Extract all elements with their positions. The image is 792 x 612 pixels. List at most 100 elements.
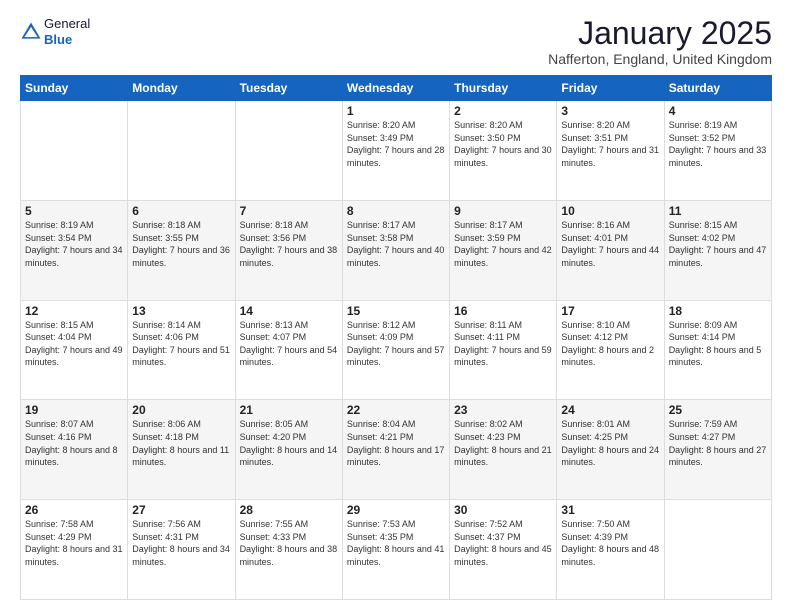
day-number: 29 — [347, 503, 445, 517]
logo-blue: Blue — [44, 32, 90, 48]
day-info: Sunrise: 8:06 AM Sunset: 4:18 PM Dayligh… — [132, 418, 230, 468]
day-number: 2 — [454, 104, 552, 118]
logo: General Blue — [20, 16, 90, 47]
day-number: 27 — [132, 503, 230, 517]
cell-w3-d5: 24Sunrise: 8:01 AM Sunset: 4:25 PM Dayli… — [557, 400, 664, 500]
cell-w3-d6: 25Sunrise: 7:59 AM Sunset: 4:27 PM Dayli… — [664, 400, 771, 500]
day-number: 5 — [25, 204, 123, 218]
day-info: Sunrise: 7:50 AM Sunset: 4:39 PM Dayligh… — [561, 518, 659, 568]
day-number: 23 — [454, 403, 552, 417]
cell-w2-d1: 13Sunrise: 8:14 AM Sunset: 4:06 PM Dayli… — [128, 300, 235, 400]
day-number: 13 — [132, 304, 230, 318]
cell-w0-d2 — [235, 101, 342, 201]
cell-w3-d3: 22Sunrise: 8:04 AM Sunset: 4:21 PM Dayli… — [342, 400, 449, 500]
day-number: 20 — [132, 403, 230, 417]
day-number: 19 — [25, 403, 123, 417]
cell-w2-d2: 14Sunrise: 8:13 AM Sunset: 4:07 PM Dayli… — [235, 300, 342, 400]
cell-w0-d1 — [128, 101, 235, 201]
day-info: Sunrise: 8:20 AM Sunset: 3:51 PM Dayligh… — [561, 119, 659, 169]
cell-w0-d0 — [21, 101, 128, 201]
col-saturday: Saturday — [664, 76, 771, 101]
day-info: Sunrise: 8:18 AM Sunset: 3:56 PM Dayligh… — [240, 219, 338, 269]
day-number: 28 — [240, 503, 338, 517]
title-block: January 2025 Nafferton, England, United … — [548, 16, 772, 67]
day-info: Sunrise: 8:05 AM Sunset: 4:20 PM Dayligh… — [240, 418, 338, 468]
col-wednesday: Wednesday — [342, 76, 449, 101]
day-number: 24 — [561, 403, 659, 417]
cell-w3-d4: 23Sunrise: 8:02 AM Sunset: 4:23 PM Dayli… — [450, 400, 557, 500]
page: General Blue January 2025 Nafferton, Eng… — [0, 0, 792, 612]
day-number: 21 — [240, 403, 338, 417]
cell-w1-d3: 8Sunrise: 8:17 AM Sunset: 3:58 PM Daylig… — [342, 200, 449, 300]
week-row-4: 26Sunrise: 7:58 AM Sunset: 4:29 PM Dayli… — [21, 500, 772, 600]
day-info: Sunrise: 8:15 AM Sunset: 4:04 PM Dayligh… — [25, 319, 123, 369]
day-number: 15 — [347, 304, 445, 318]
col-monday: Monday — [128, 76, 235, 101]
cell-w1-d6: 11Sunrise: 8:15 AM Sunset: 4:02 PM Dayli… — [664, 200, 771, 300]
cell-w1-d4: 9Sunrise: 8:17 AM Sunset: 3:59 PM Daylig… — [450, 200, 557, 300]
cell-w3-d2: 21Sunrise: 8:05 AM Sunset: 4:20 PM Dayli… — [235, 400, 342, 500]
cell-w0-d5: 3Sunrise: 8:20 AM Sunset: 3:51 PM Daylig… — [557, 101, 664, 201]
day-number: 7 — [240, 204, 338, 218]
cell-w0-d4: 2Sunrise: 8:20 AM Sunset: 3:50 PM Daylig… — [450, 101, 557, 201]
day-info: Sunrise: 8:04 AM Sunset: 4:21 PM Dayligh… — [347, 418, 445, 468]
logo-general: General — [44, 16, 90, 32]
col-sunday: Sunday — [21, 76, 128, 101]
day-info: Sunrise: 7:52 AM Sunset: 4:37 PM Dayligh… — [454, 518, 552, 568]
main-title: January 2025 — [548, 16, 772, 51]
cell-w2-d4: 16Sunrise: 8:11 AM Sunset: 4:11 PM Dayli… — [450, 300, 557, 400]
cell-w4-d5: 31Sunrise: 7:50 AM Sunset: 4:39 PM Dayli… — [557, 500, 664, 600]
cell-w4-d3: 29Sunrise: 7:53 AM Sunset: 4:35 PM Dayli… — [342, 500, 449, 600]
day-info: Sunrise: 7:55 AM Sunset: 4:33 PM Dayligh… — [240, 518, 338, 568]
calendar-header-row: Sunday Monday Tuesday Wednesday Thursday… — [21, 76, 772, 101]
subtitle: Nafferton, England, United Kingdom — [548, 51, 772, 67]
day-number: 8 — [347, 204, 445, 218]
day-info: Sunrise: 8:14 AM Sunset: 4:06 PM Dayligh… — [132, 319, 230, 369]
cell-w4-d0: 26Sunrise: 7:58 AM Sunset: 4:29 PM Dayli… — [21, 500, 128, 600]
day-number: 3 — [561, 104, 659, 118]
cell-w3-d0: 19Sunrise: 8:07 AM Sunset: 4:16 PM Dayli… — [21, 400, 128, 500]
day-info: Sunrise: 7:53 AM Sunset: 4:35 PM Dayligh… — [347, 518, 445, 568]
cell-w2-d3: 15Sunrise: 8:12 AM Sunset: 4:09 PM Dayli… — [342, 300, 449, 400]
day-number: 16 — [454, 304, 552, 318]
day-info: Sunrise: 8:12 AM Sunset: 4:09 PM Dayligh… — [347, 319, 445, 369]
cell-w0-d3: 1Sunrise: 8:20 AM Sunset: 3:49 PM Daylig… — [342, 101, 449, 201]
cell-w4-d4: 30Sunrise: 7:52 AM Sunset: 4:37 PM Dayli… — [450, 500, 557, 600]
week-row-0: 1Sunrise: 8:20 AM Sunset: 3:49 PM Daylig… — [21, 101, 772, 201]
day-number: 1 — [347, 104, 445, 118]
cell-w1-d5: 10Sunrise: 8:16 AM Sunset: 4:01 PM Dayli… — [557, 200, 664, 300]
cell-w2-d6: 18Sunrise: 8:09 AM Sunset: 4:14 PM Dayli… — [664, 300, 771, 400]
day-info: Sunrise: 8:16 AM Sunset: 4:01 PM Dayligh… — [561, 219, 659, 269]
day-number: 12 — [25, 304, 123, 318]
day-info: Sunrise: 8:20 AM Sunset: 3:49 PM Dayligh… — [347, 119, 445, 169]
cell-w2-d0: 12Sunrise: 8:15 AM Sunset: 4:04 PM Dayli… — [21, 300, 128, 400]
day-info: Sunrise: 8:10 AM Sunset: 4:12 PM Dayligh… — [561, 319, 659, 369]
cell-w4-d6 — [664, 500, 771, 600]
header: General Blue January 2025 Nafferton, Eng… — [20, 16, 772, 67]
day-info: Sunrise: 8:19 AM Sunset: 3:54 PM Dayligh… — [25, 219, 123, 269]
day-number: 30 — [454, 503, 552, 517]
logo-icon — [20, 21, 42, 43]
logo-text: General Blue — [44, 16, 90, 47]
cell-w4-d2: 28Sunrise: 7:55 AM Sunset: 4:33 PM Dayli… — [235, 500, 342, 600]
day-info: Sunrise: 8:02 AM Sunset: 4:23 PM Dayligh… — [454, 418, 552, 468]
day-number: 25 — [669, 403, 767, 417]
cell-w1-d2: 7Sunrise: 8:18 AM Sunset: 3:56 PM Daylig… — [235, 200, 342, 300]
day-info: Sunrise: 7:58 AM Sunset: 4:29 PM Dayligh… — [25, 518, 123, 568]
day-info: Sunrise: 8:20 AM Sunset: 3:50 PM Dayligh… — [454, 119, 552, 169]
day-info: Sunrise: 8:17 AM Sunset: 3:58 PM Dayligh… — [347, 219, 445, 269]
cell-w2-d5: 17Sunrise: 8:10 AM Sunset: 4:12 PM Dayli… — [557, 300, 664, 400]
week-row-3: 19Sunrise: 8:07 AM Sunset: 4:16 PM Dayli… — [21, 400, 772, 500]
day-info: Sunrise: 8:11 AM Sunset: 4:11 PM Dayligh… — [454, 319, 552, 369]
day-number: 10 — [561, 204, 659, 218]
day-number: 18 — [669, 304, 767, 318]
day-number: 31 — [561, 503, 659, 517]
col-tuesday: Tuesday — [235, 76, 342, 101]
cell-w3-d1: 20Sunrise: 8:06 AM Sunset: 4:18 PM Dayli… — [128, 400, 235, 500]
col-friday: Friday — [557, 76, 664, 101]
day-info: Sunrise: 7:56 AM Sunset: 4:31 PM Dayligh… — [132, 518, 230, 568]
day-info: Sunrise: 8:09 AM Sunset: 4:14 PM Dayligh… — [669, 319, 767, 369]
day-number: 9 — [454, 204, 552, 218]
cell-w0-d6: 4Sunrise: 8:19 AM Sunset: 3:52 PM Daylig… — [664, 101, 771, 201]
cell-w1-d1: 6Sunrise: 8:18 AM Sunset: 3:55 PM Daylig… — [128, 200, 235, 300]
